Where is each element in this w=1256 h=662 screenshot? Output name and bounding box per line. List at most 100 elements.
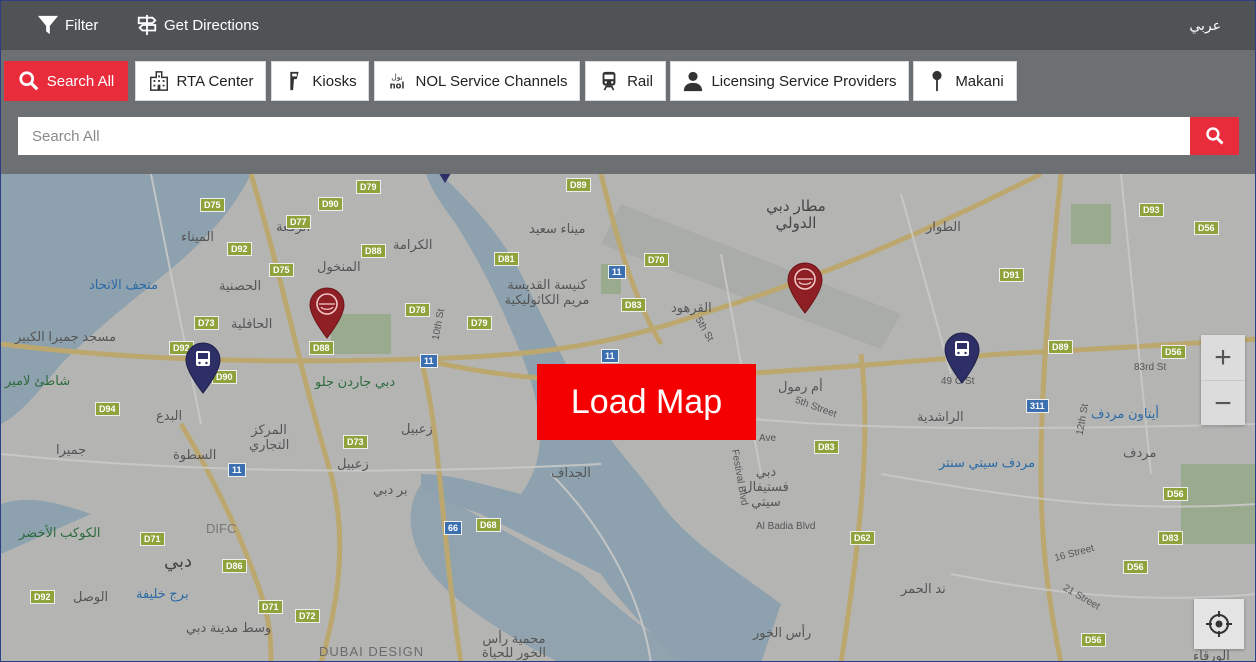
filter-label: Filter	[65, 16, 99, 34]
zoom-in-button[interactable]: +	[1201, 335, 1245, 380]
road-shield: D73	[343, 435, 368, 449]
search-button[interactable]	[1190, 117, 1239, 155]
svg-text:nol: nol	[390, 81, 405, 91]
map-label: الطوار	[926, 219, 961, 234]
map-label: مردف سيتي سنتر	[939, 455, 1036, 470]
road-shield: D83	[1158, 531, 1183, 545]
road-shield: D72	[295, 609, 320, 623]
road-shield: D83	[814, 440, 839, 454]
road-shield: D93	[1139, 203, 1164, 217]
map-label: الكرامة	[393, 237, 433, 252]
zoom-controls: + −	[1201, 335, 1245, 425]
tab-label: Search All	[46, 72, 115, 90]
building-icon	[149, 71, 168, 91]
map-label: 83rd St	[1134, 362, 1167, 373]
map-label: وسط مدينة دبي	[186, 620, 272, 635]
road-shield: D62	[850, 531, 875, 545]
road-shield: D68	[476, 518, 501, 532]
road-shield: D70	[644, 253, 669, 267]
map-label: زعبيل	[401, 421, 433, 436]
map-label: زعبيل	[337, 456, 369, 471]
get-directions-button[interactable]: Get Directions	[136, 14, 259, 36]
zoom-out-button[interactable]: −	[1201, 380, 1245, 426]
signpost-icon	[137, 14, 157, 36]
road-shield: D78	[405, 303, 430, 317]
filter-icon	[37, 15, 59, 35]
map-label: DIFC	[206, 521, 237, 536]
tab-rail[interactable]: Rail	[585, 61, 666, 101]
tab-kiosks[interactable]: Kiosks	[271, 61, 369, 101]
road-shield: D79	[356, 180, 381, 194]
road-shield: D56	[1161, 345, 1186, 359]
map-label: Al Badia Blvd	[756, 521, 816, 532]
bus-station-marker[interactable]	[943, 332, 981, 384]
nol-icon: نول nol	[390, 72, 405, 91]
map-label: الجداف	[551, 465, 591, 480]
category-tabs: Search All RTA Center Kiosks نول nol NOL	[1, 50, 1255, 101]
road-shield: D81	[494, 252, 519, 266]
bus-station-marker[interactable]	[184, 342, 222, 394]
map-label: DUBAI DESIGN	[319, 644, 425, 659]
road-shield: D86	[222, 559, 247, 573]
map-label: الوصل	[73, 589, 109, 604]
map-label: الميناء	[181, 229, 215, 244]
route-shield: 66	[444, 521, 463, 535]
search-input[interactable]	[18, 117, 1190, 155]
road-shield: D56	[1163, 487, 1188, 501]
rta-center-marker[interactable]	[786, 262, 824, 314]
load-map-button[interactable]: Load Map	[537, 364, 756, 440]
road-shield: D71	[258, 600, 283, 614]
my-location-button[interactable]	[1194, 599, 1244, 649]
language-toggle[interactable]: عربي	[1189, 17, 1221, 34]
map-label: رأس الخور	[753, 625, 812, 640]
train-icon	[602, 71, 616, 91]
road-shield: D88	[361, 244, 386, 258]
map-label: الحافلية	[231, 316, 273, 331]
route-shield: 11	[420, 354, 438, 368]
map-label: القرهود	[671, 300, 712, 315]
tab-makani[interactable]: Makani	[913, 61, 1017, 101]
map-label: الراشدية	[917, 409, 964, 424]
road-shield: D56	[1194, 221, 1219, 235]
map-label: شاطئ لامير	[5, 373, 71, 388]
tab-label: Rail	[627, 72, 653, 90]
map-label: مطار دبي الدولي	[766, 198, 826, 232]
tab-nol-service-channels[interactable]: نول nol NOL Service Channels	[374, 61, 580, 101]
tab-label: Licensing Service Providers	[711, 72, 897, 90]
road-shield: D91	[999, 268, 1024, 282]
road-shield: D75	[269, 263, 294, 277]
map-label: الورقاء	[1193, 648, 1230, 662]
route-shield: 11	[228, 463, 246, 477]
route-shield: 11	[608, 265, 626, 279]
tab-search-all[interactable]: Search All	[4, 61, 128, 101]
pin-icon	[932, 70, 942, 92]
road-shield: D71	[140, 532, 165, 546]
map-label: أيتاون مردف	[1091, 406, 1159, 421]
map-label: بر دبي	[373, 482, 408, 497]
rta-center-marker[interactable]	[308, 287, 346, 339]
map-label: برج خليفة	[136, 586, 189, 601]
tab-label: Kiosks	[312, 72, 357, 90]
map-label: دبي جاردن جلو	[315, 374, 396, 389]
map-area[interactable]: مطار دبي الدولي الطوار الرقعة الكرامة ال…	[1, 174, 1255, 662]
top-bar: Filter Get Directions عربي	[1, 1, 1255, 49]
map-label: مردف	[1123, 445, 1157, 460]
map-label: أم رمول	[778, 379, 823, 394]
map-label: محمية رأس الخور للحياة	[482, 631, 546, 660]
map-label: الكوكب الأخضر	[19, 525, 101, 540]
kiosk-icon	[290, 71, 299, 91]
map-label: كنيسة القديسة مريم الكاثوليكية	[504, 277, 590, 307]
map-label: مسجد جميرا الكبير	[15, 329, 117, 344]
map-label: السطوة	[173, 447, 217, 462]
map-label: ند الحمر	[901, 581, 946, 596]
road-shield: D73	[194, 316, 219, 330]
filter-button[interactable]: Filter	[37, 14, 98, 36]
map-label: Ave	[759, 433, 777, 444]
road-shield: D90	[318, 197, 343, 211]
road-shield: D77	[286, 215, 311, 229]
road-shield: D92	[227, 242, 252, 256]
tab-licensing-service-providers[interactable]: Licensing Service Providers	[670, 61, 909, 101]
person-icon	[684, 71, 703, 92]
road-shield: D75	[200, 198, 225, 212]
tab-rta-center[interactable]: RTA Center	[135, 61, 266, 101]
